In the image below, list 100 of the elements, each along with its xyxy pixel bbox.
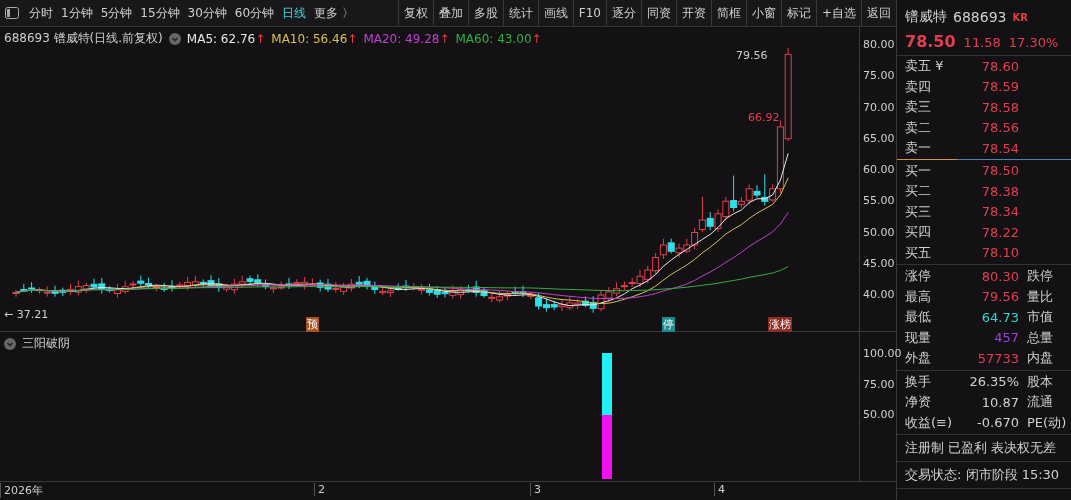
date-label: 3: [530, 483, 541, 496]
ask-label: 卖五 ¥: [905, 57, 945, 76]
ask-label: 卖二: [905, 118, 932, 137]
ask-price: 78.60: [980, 58, 1019, 74]
toolbar-button[interactable]: 画线: [537, 0, 573, 26]
stat-label: 股本: [1026, 372, 1054, 391]
axis-label: 55.00: [863, 194, 895, 208]
ma-value: MA5: 62.76: [186, 31, 256, 46]
bid-label: 买四: [905, 223, 932, 242]
stat-label: 收益(≡): [905, 413, 954, 432]
signal-marker: 停: [662, 317, 675, 332]
period-tab[interactable]: 5分钟: [96, 0, 137, 26]
toolbar-button[interactable]: +自选: [815, 0, 861, 26]
info-text: 交易状态: 闭市阶段 15:30: [897, 462, 1071, 489]
stat-value: 457: [993, 330, 1019, 346]
toolbar-button[interactable]: 多股: [467, 0, 503, 26]
period-tab[interactable]: 60分钟: [230, 0, 279, 26]
bid-label: 买一: [905, 161, 932, 180]
ma-value: MA10: 56.46: [271, 31, 348, 46]
toolbar-button[interactable]: 标记: [780, 0, 816, 26]
stat-label: 内盘: [1026, 349, 1054, 368]
bid-price: 78.50: [980, 163, 1019, 179]
date-label: 2026年: [0, 483, 43, 498]
axis-label: 70.00: [863, 100, 895, 114]
price-change: 11.58: [963, 35, 1001, 50]
ask-label: 卖一: [905, 139, 932, 158]
stat-label: 市值: [1026, 308, 1054, 327]
bid-price: 78.38: [980, 183, 1019, 199]
stat-label: 现量: [905, 328, 932, 347]
stat-value: 80.30: [980, 268, 1019, 284]
period-tab[interactable]: 30分钟: [183, 0, 231, 26]
stat-label: PE(动): [1026, 413, 1068, 432]
chevron-down-icon[interactable]: [168, 32, 181, 45]
axis-label: 100.00: [863, 347, 902, 360]
stat-value: 79.56: [980, 289, 1019, 305]
up-arrow: ↑: [439, 31, 450, 46]
axis-label: 75.00: [863, 377, 895, 391]
ask-label: 卖三: [905, 98, 932, 117]
bid-price: 78.10: [980, 245, 1019, 261]
indicator-title: 三阳破阴: [22, 335, 70, 352]
chart-title: 688693 镨威特(日线.前复权): [4, 30, 163, 47]
period-tab[interactable]: 1分钟: [57, 0, 97, 26]
bid-price: 78.34: [980, 204, 1019, 220]
period-tab[interactable]: 分时: [25, 0, 57, 26]
stat-value: 57733: [976, 350, 1019, 366]
period-tab[interactable]: 15分钟: [136, 0, 184, 26]
up-arrow: ↑: [255, 31, 266, 46]
axis-label: 75.00: [863, 69, 895, 83]
date-label: 4: [714, 483, 725, 496]
percent-change: 17.30%: [1008, 35, 1059, 50]
chevron-down-icon[interactable]: [4, 337, 16, 350]
period-tab[interactable]: 日线: [278, 0, 311, 26]
price-label: 66.92: [748, 111, 780, 124]
toolbar-button[interactable]: 返回: [861, 0, 896, 26]
sidebar-toggle-icon[interactable]: [5, 7, 19, 19]
stat-label: 跌停: [1026, 267, 1054, 286]
stat-label: 净资: [905, 393, 932, 412]
toolbar-button[interactable]: 简框: [710, 0, 746, 26]
toolbar-button[interactable]: 叠加: [432, 0, 468, 26]
bid-label: 买五: [905, 243, 932, 262]
ma-value: MA20: 49.28: [363, 31, 440, 46]
stat-label: 量比: [1026, 287, 1054, 306]
ask-price: 78.58: [980, 99, 1019, 115]
ask-label: 卖四: [905, 77, 932, 96]
stat-value: 10.87: [980, 394, 1019, 410]
toolbar-button[interactable]: 开资: [675, 0, 711, 26]
stat-label: 最低: [905, 308, 932, 327]
last-price: 78.50: [905, 32, 956, 51]
stat-label: 总量: [1026, 328, 1054, 347]
bid-price: 78.22: [980, 224, 1019, 240]
ask-price: 78.54: [980, 140, 1019, 156]
toolbar-button[interactable]: 同资: [640, 0, 676, 26]
ask-price: 78.59: [980, 79, 1019, 95]
axis-label: 45.00: [863, 256, 895, 270]
up-arrow: ↑: [347, 31, 358, 46]
toolbar-button[interactable]: 小窗: [745, 0, 781, 26]
axis-label: 60.00: [863, 163, 895, 176]
toolbar-button[interactable]: F10: [572, 0, 606, 26]
axis-label: 80.00: [863, 38, 895, 51]
axis-label: 65.00: [863, 131, 895, 145]
stat-label: 外盘: [905, 349, 932, 368]
ma-value: MA60: 43.00: [455, 31, 532, 46]
up-arrow: ↑: [531, 31, 542, 46]
stat-label: 流通: [1026, 393, 1054, 412]
toolbar-button[interactable]: 逐分: [605, 0, 641, 26]
stat-label: 涨停: [905, 267, 932, 286]
toolbar-button[interactable]: 复权: [397, 0, 433, 26]
ask-price: 78.56: [980, 120, 1019, 136]
axis-label: 50.00: [863, 408, 895, 421]
bid-label: 买二: [905, 182, 932, 201]
stock-code: 688693: [953, 9, 1007, 25]
toolbar-button[interactable]: 统计: [502, 0, 538, 26]
stat-value: 64.73: [980, 309, 1019, 325]
period-tab[interactable]: 更多 〉: [310, 0, 358, 26]
stat-value: 26.35%: [968, 374, 1019, 390]
high-price-label: 79.56: [736, 49, 768, 62]
stat-label: 换手: [905, 372, 932, 391]
date-label: 2: [314, 483, 325, 496]
stat-label: 最高: [905, 287, 932, 306]
axis-label: 40.00: [863, 288, 895, 301]
